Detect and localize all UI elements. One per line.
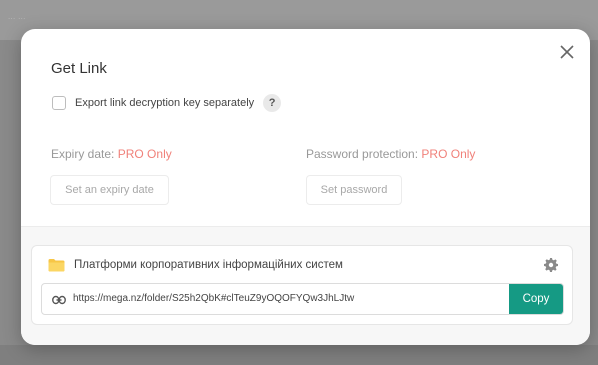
folder-icon — [48, 258, 65, 272]
gear-icon[interactable] — [544, 258, 558, 272]
close-icon — [560, 45, 574, 59]
link-url-field[interactable]: https://mega.nz/folder/S25h2QbK#clTeuZ9y… — [41, 283, 564, 315]
password-pro-badge: PRO Only — [421, 147, 476, 161]
link-url-text[interactable]: https://mega.nz/folder/S25h2QbK#clTeuZ9y… — [73, 293, 354, 304]
folder-name: Платформи корпоративних інформаційних си… — [74, 259, 343, 271]
link-icon — [52, 294, 66, 306]
export-key-label[interactable]: Export link decryption key separately — [75, 97, 254, 109]
expiry-date-label-text: Expiry date: — [51, 147, 115, 161]
dialog-title: Get Link — [51, 60, 107, 77]
export-key-option: Export link decryption key separately ? — [52, 94, 282, 112]
set-expiry-date-button[interactable]: Set an expiry date — [50, 175, 169, 205]
background-page-bottom — [0, 345, 598, 365]
password-protection-label-text: Password protection: — [306, 147, 419, 161]
link-card: Платформи корпоративних інформаційних си… — [31, 245, 573, 325]
close-button[interactable] — [558, 43, 576, 61]
export-key-checkbox[interactable] — [52, 96, 66, 110]
copy-button[interactable]: Copy — [509, 284, 563, 314]
link-section: Платформи корпоративних інформаційних си… — [21, 226, 590, 345]
background-text: ... ... — [8, 12, 26, 21]
password-protection-label: Password protection: PRO Only — [306, 147, 475, 161]
expiry-pro-badge: PRO Only — [117, 147, 172, 161]
set-password-button[interactable]: Set password — [306, 175, 402, 205]
help-icon[interactable]: ? — [263, 94, 282, 112]
get-link-dialog: Get Link Export link decryption key sepa… — [21, 29, 590, 345]
expiry-date-label: Expiry date: PRO Only — [51, 147, 172, 161]
